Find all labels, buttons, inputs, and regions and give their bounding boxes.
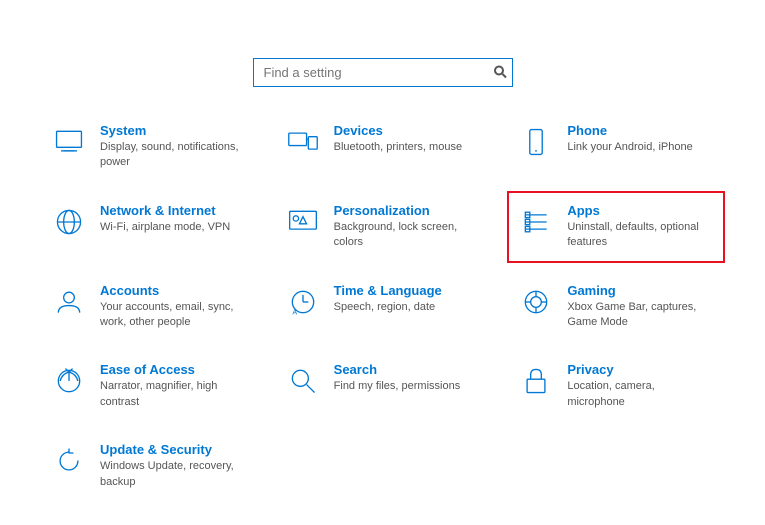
search-icon	[284, 362, 322, 400]
update-text: Update & Security Windows Update, recove…	[100, 442, 248, 490]
personalization-name: Personalization	[334, 203, 482, 218]
minimize-button[interactable]	[619, 0, 665, 32]
devices-icon	[284, 123, 322, 161]
search-icon	[493, 64, 507, 78]
time-text: Time & Language Speech, region, date	[334, 283, 482, 315]
personalization-text: Personalization Background, lock screen,…	[334, 203, 482, 251]
system-desc: Display, sound, notifications, power	[100, 140, 248, 171]
close-button[interactable]	[711, 0, 757, 32]
setting-item-system[interactable]: System Display, sound, notifications, po…	[40, 111, 258, 183]
search-text: Search Find my files, permissions	[334, 362, 482, 394]
setting-item-privacy[interactable]: Privacy Location, camera, microphone	[507, 350, 725, 422]
devices-name: Devices	[334, 123, 482, 138]
accounts-desc: Your accounts, email, sync, work, other …	[100, 300, 248, 331]
search-input[interactable]	[253, 58, 513, 87]
phone-text: Phone Link your Android, iPhone	[567, 123, 715, 155]
gaming-icon	[517, 283, 555, 321]
maximize-button[interactable]	[665, 0, 711, 32]
setting-item-gaming[interactable]: Gaming Xbox Game Bar, captures, Game Mod…	[507, 271, 725, 343]
setting-item-update[interactable]: Update & Security Windows Update, recove…	[40, 430, 258, 502]
update-icon	[50, 442, 88, 480]
accounts-text: Accounts Your accounts, email, sync, wor…	[100, 283, 248, 331]
setting-item-personalization[interactable]: Personalization Background, lock screen,…	[274, 191, 492, 263]
apps-text: Apps Uninstall, defaults, optional featu…	[567, 203, 715, 251]
search-container	[253, 58, 513, 87]
svg-text:A: A	[292, 308, 297, 316]
network-name: Network & Internet	[100, 203, 248, 218]
titlebar	[0, 0, 765, 32]
setting-item-time[interactable]: A Time & Language Speech, region, date	[274, 271, 492, 343]
network-icon	[50, 203, 88, 241]
setting-item-apps[interactable]: Apps Uninstall, defaults, optional featu…	[507, 191, 725, 263]
ease-text: Ease of Access Narrator, magnifier, high…	[100, 362, 248, 410]
setting-item-ease[interactable]: Ease of Access Narrator, magnifier, high…	[40, 350, 258, 422]
network-text: Network & Internet Wi-Fi, airplane mode,…	[100, 203, 248, 235]
system-name: System	[100, 123, 248, 138]
accounts-icon	[50, 283, 88, 321]
setting-item-devices[interactable]: Devices Bluetooth, printers, mouse	[274, 111, 492, 183]
accounts-name: Accounts	[100, 283, 248, 298]
apps-name: Apps	[567, 203, 715, 218]
search-bar	[40, 58, 725, 87]
time-name: Time & Language	[334, 283, 482, 298]
gaming-text: Gaming Xbox Game Bar, captures, Game Mod…	[567, 283, 715, 331]
system-icon	[50, 123, 88, 161]
privacy-desc: Location, camera, microphone	[567, 379, 715, 410]
system-text: System Display, sound, notifications, po…	[100, 123, 248, 171]
devices-text: Devices Bluetooth, printers, mouse	[334, 123, 482, 155]
personalization-icon	[284, 203, 322, 241]
phone-name: Phone	[567, 123, 715, 138]
setting-item-phone[interactable]: Phone Link your Android, iPhone	[507, 111, 725, 183]
search-desc: Find my files, permissions	[334, 379, 482, 394]
privacy-text: Privacy Location, camera, microphone	[567, 362, 715, 410]
search-icon-button[interactable]	[493, 64, 507, 81]
update-name: Update & Security	[100, 442, 248, 457]
network-desc: Wi-Fi, airplane mode, VPN	[100, 220, 248, 235]
main-content: System Display, sound, notifications, po…	[0, 32, 765, 512]
apps-desc: Uninstall, defaults, optional features	[567, 220, 715, 251]
phone-icon	[517, 123, 555, 161]
personalization-desc: Background, lock screen, colors	[334, 220, 482, 251]
time-icon: A	[284, 283, 322, 321]
devices-desc: Bluetooth, printers, mouse	[334, 140, 482, 155]
apps-icon	[517, 203, 555, 241]
settings-grid: System Display, sound, notifications, po…	[40, 111, 725, 502]
ease-desc: Narrator, magnifier, high contrast	[100, 379, 248, 410]
setting-item-search[interactable]: Search Find my files, permissions	[274, 350, 492, 422]
titlebar-controls	[619, 0, 757, 32]
privacy-icon	[517, 362, 555, 400]
phone-desc: Link your Android, iPhone	[567, 140, 715, 155]
privacy-name: Privacy	[567, 362, 715, 377]
ease-name: Ease of Access	[100, 362, 248, 377]
gaming-desc: Xbox Game Bar, captures, Game Mode	[567, 300, 715, 331]
setting-item-network[interactable]: Network & Internet Wi-Fi, airplane mode,…	[40, 191, 258, 263]
setting-item-accounts[interactable]: Accounts Your accounts, email, sync, wor…	[40, 271, 258, 343]
search-name: Search	[334, 362, 482, 377]
time-desc: Speech, region, date	[334, 300, 482, 315]
gaming-name: Gaming	[567, 283, 715, 298]
update-desc: Windows Update, recovery, backup	[100, 459, 248, 490]
ease-icon	[50, 362, 88, 400]
